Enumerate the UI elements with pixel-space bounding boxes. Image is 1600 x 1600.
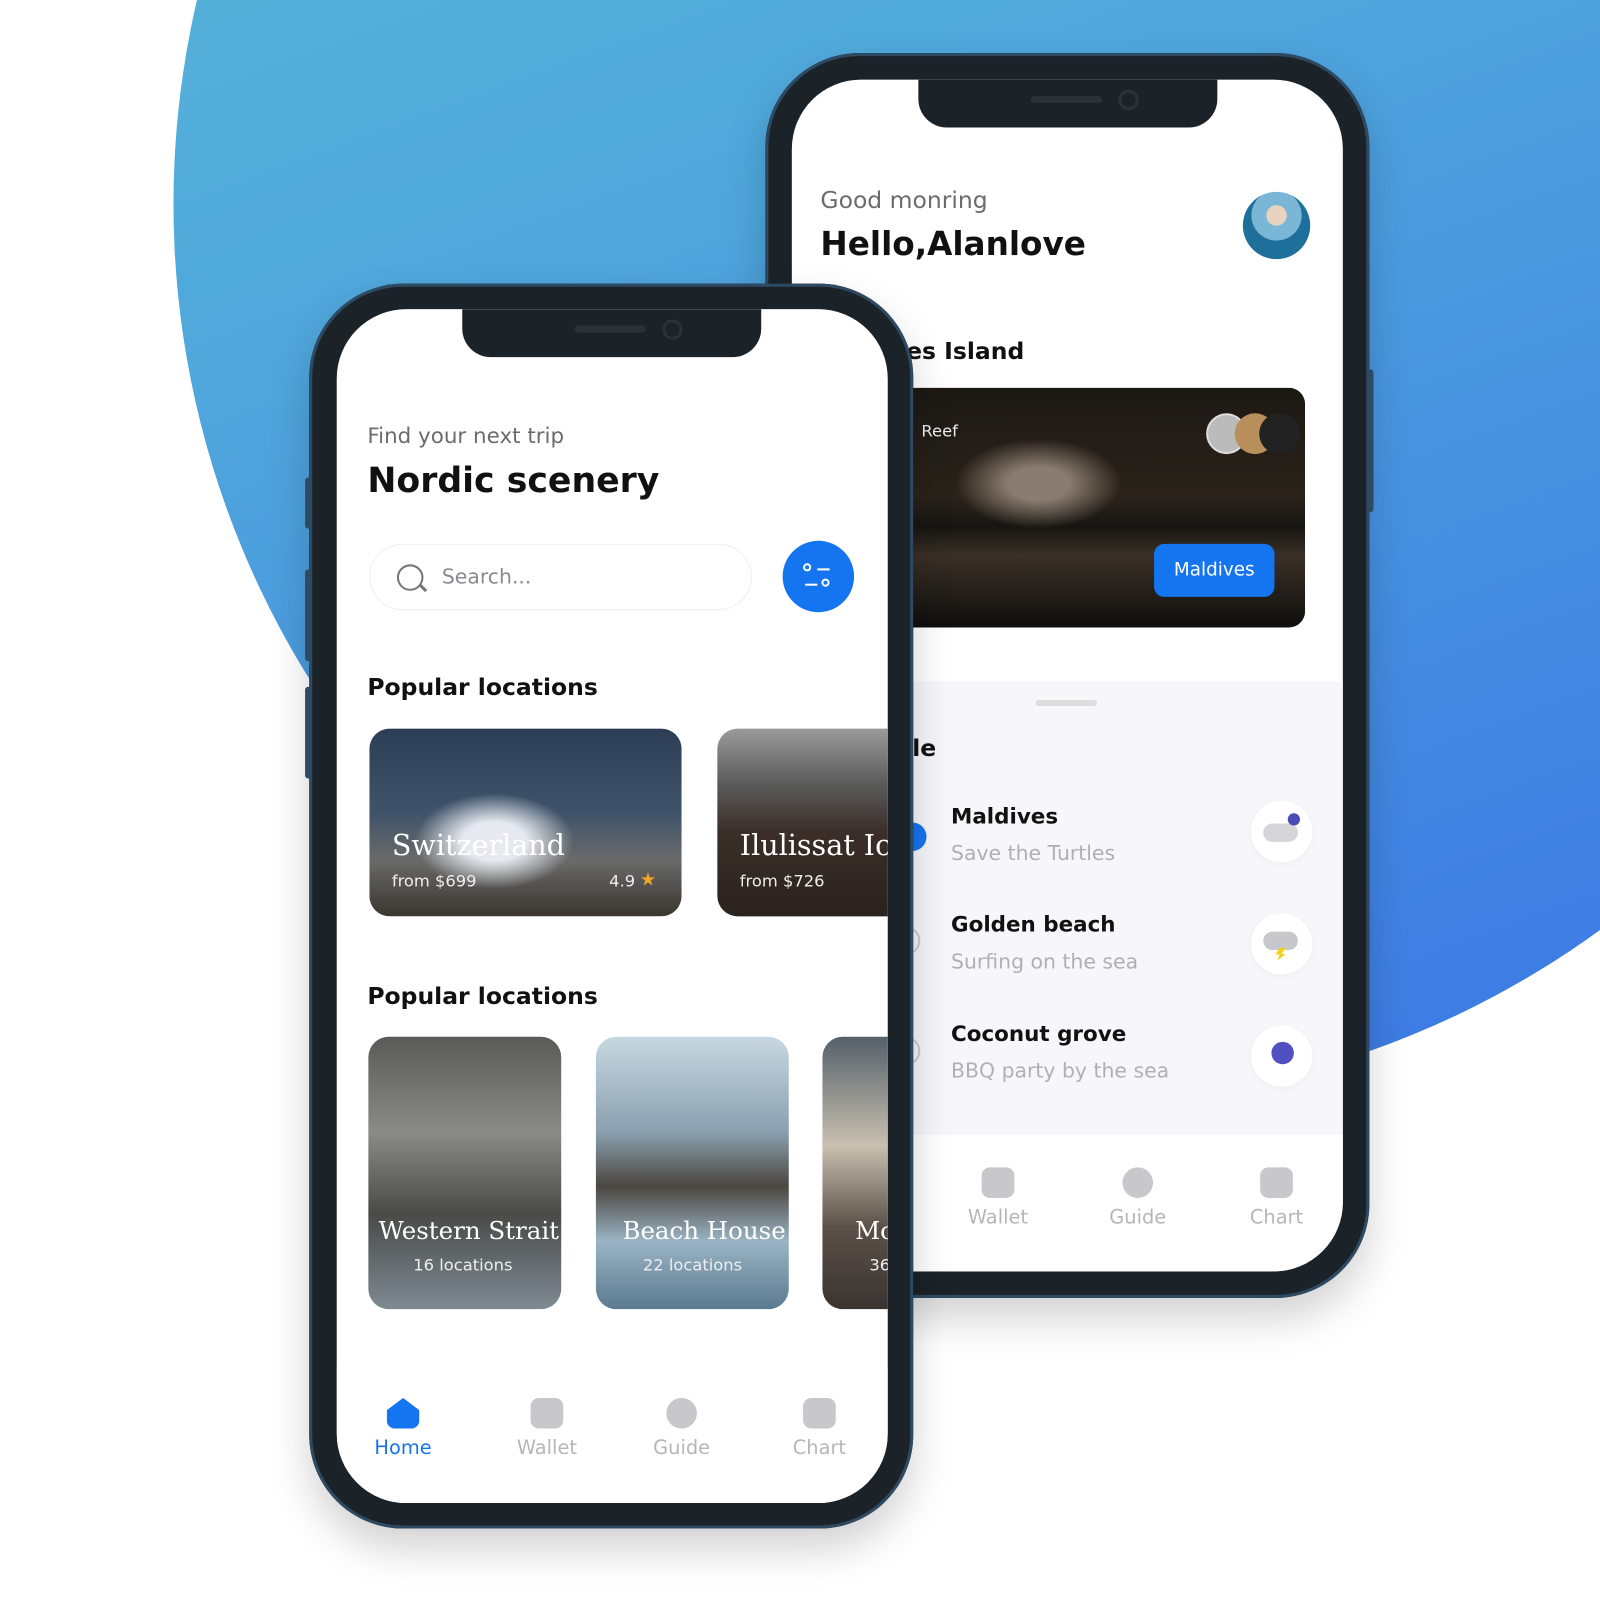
nav-label: Guide <box>1109 1206 1167 1229</box>
chart-icon <box>803 1397 836 1429</box>
card-title: Mo <box>855 1216 888 1245</box>
front-phone: Find your next trip Nordic scenery Searc… <box>305 283 914 1529</box>
filter-button[interactable] <box>782 540 855 613</box>
nav-label: Guide <box>653 1436 711 1460</box>
moon-wind-icon <box>1251 1025 1313 1087</box>
star-icon: ★ <box>639 869 657 891</box>
nav-guide[interactable]: Guide <box>631 1397 733 1460</box>
nav-label: Home <box>374 1436 432 1460</box>
front-bottom-nav: Home Wallet Guide Chart <box>336 1367 888 1504</box>
side-button <box>305 686 312 779</box>
location-card[interactable]: Beach House 22 locations <box>595 1036 789 1310</box>
location-card[interactable]: Ilulissat Ic from $726 <box>717 728 888 917</box>
notch <box>462 309 762 358</box>
item-subtitle: Surfing on the sea <box>951 948 1139 974</box>
avatar[interactable] <box>1242 191 1311 260</box>
wallet-icon <box>981 1167 1015 1198</box>
location-card[interactable]: Mo 36 <box>822 1036 888 1310</box>
nav-wallet[interactable]: Wallet <box>947 1167 1049 1229</box>
nav-label: Chart <box>1249 1206 1304 1229</box>
section-title: Popular locations <box>367 674 598 702</box>
card-count: 36 <box>869 1255 887 1275</box>
wallet-icon <box>530 1397 564 1429</box>
featured-label: Reef <box>921 421 958 441</box>
location-card[interactable]: Switzerland from $699 4.9 ★ <box>369 728 682 917</box>
card-price: from $699 <box>391 871 477 891</box>
card-title: Ilulissat Ic <box>739 828 888 863</box>
sheet-handle[interactable] <box>1035 699 1097 707</box>
cloud-moon-wind-icon <box>1251 801 1313 863</box>
item-title: Golden beach <box>951 912 1116 937</box>
item-subtitle: Save the Turtles <box>951 840 1116 866</box>
nav-chart[interactable]: Chart <box>1226 1167 1328 1229</box>
cloud-lightning-icon <box>1251 913 1313 975</box>
notch <box>918 79 1218 128</box>
nav-label: Wallet <box>516 1436 577 1460</box>
item-title: Maldives <box>951 804 1059 829</box>
side-button <box>305 477 312 529</box>
section-title: es Island <box>906 338 1025 366</box>
nav-chart[interactable]: Chart <box>768 1397 870 1460</box>
side-button <box>305 569 312 662</box>
nav-guide[interactable]: Guide <box>1087 1167 1189 1229</box>
section-title: Popular locations <box>367 983 598 1011</box>
card-title: Western Strait <box>378 1216 560 1245</box>
front-phone-screen: Find your next trip Nordic scenery Searc… <box>336 309 888 1504</box>
nav-wallet[interactable]: Wallet <box>496 1397 598 1460</box>
page-subtitle: Find your next trip <box>367 423 565 448</box>
card-title: Switzerland <box>391 828 565 863</box>
item-title: Coconut grove <box>951 1021 1127 1046</box>
maldives-button[interactable]: Maldives <box>1154 543 1275 597</box>
nav-label: Wallet <box>967 1206 1029 1229</box>
card-count: 22 locations <box>642 1255 743 1275</box>
nav-label: Chart <box>792 1436 847 1460</box>
item-subtitle: BBQ party by the sea <box>951 1058 1170 1083</box>
card-title: Beach House <box>622 1216 786 1245</box>
compass-icon <box>1122 1167 1154 1198</box>
search-icon <box>396 564 424 591</box>
location-card[interactable]: Western Strait 16 locations <box>368 1036 562 1310</box>
card-rating: 4.9 <box>609 871 636 891</box>
search-input[interactable]: Search... <box>369 543 753 611</box>
stage: Good monring Hello,Alanlove es Island Re… <box>0 0 1600 1600</box>
card-count: 16 locations <box>413 1255 513 1275</box>
nav-home[interactable]: Home <box>352 1397 454 1460</box>
schedule-title: le <box>912 735 937 763</box>
card-price: from $726 <box>739 871 825 891</box>
side-button <box>1367 369 1374 513</box>
page-title: Nordic scenery <box>367 460 660 502</box>
search-placeholder: Search... <box>441 564 532 589</box>
member-avatar <box>1259 413 1300 455</box>
user-name: Hello,Alanlove <box>820 224 1086 264</box>
home-icon <box>386 1397 420 1429</box>
chart-icon <box>1260 1167 1293 1198</box>
compass-icon <box>666 1397 697 1429</box>
greeting: Good monring <box>820 187 988 215</box>
